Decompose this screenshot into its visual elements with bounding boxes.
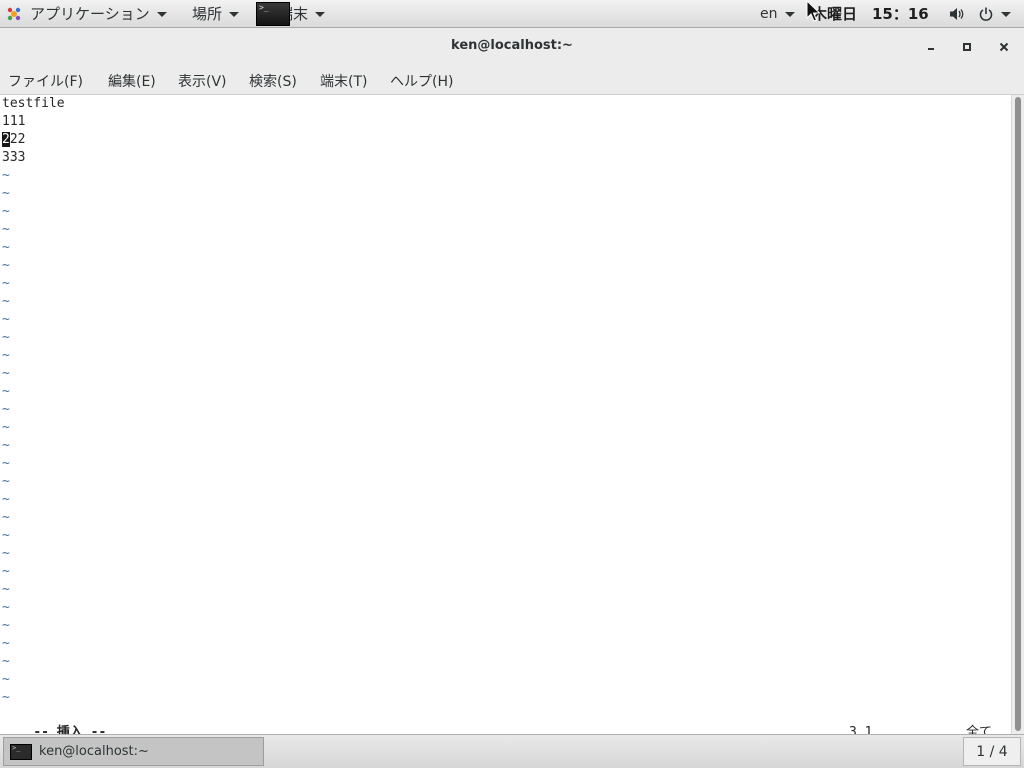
empty-line-tilde: ~ [2, 438, 10, 453]
scrollbar-thumb[interactable] [1015, 97, 1021, 731]
minimize-icon [928, 48, 934, 50]
empty-line-tilde: ~ [2, 420, 10, 435]
taskbar-window-label: ken@localhost:~ [39, 744, 149, 759]
empty-line-tilde: ~ [2, 294, 10, 309]
empty-line-tilde: ~ [2, 186, 10, 201]
mode-indicator: -- 挿入 -- [33, 725, 107, 734]
window-title-bar[interactable]: ken@localhost:~ [0, 28, 1024, 66]
cursor-position: 3,1 [849, 725, 873, 734]
menu-terminal[interactable]: 端末(T) [320, 71, 367, 91]
language-selector[interactable]: en [760, 0, 795, 27]
clock[interactable]: 木曜日 15：16 [812, 0, 929, 27]
minimize-button[interactable] [920, 36, 942, 58]
chevron-down-icon [1001, 11, 1011, 17]
empty-line-tilde: ~ [2, 312, 10, 327]
chevron-down-icon [156, 11, 167, 17]
empty-line-tilde: ~ [2, 600, 10, 615]
chevron-down-icon [784, 11, 795, 17]
mouse-pointer-icon [806, 0, 820, 22]
empty-line-tilde: ~ [2, 690, 10, 705]
language-label: en [760, 5, 778, 22]
text-cursor: 2 [2, 132, 10, 147]
empty-line-tilde: ~ [2, 618, 10, 633]
close-button[interactable] [993, 36, 1015, 58]
chevron-down-icon [229, 11, 240, 17]
clock-label: 木曜日 15：16 [812, 5, 929, 23]
empty-line-tilde: ~ [2, 348, 10, 363]
empty-line-tilde: ~ [2, 402, 10, 417]
menu-view[interactable]: 表示(V) [178, 71, 227, 91]
empty-line-tilde: ~ [2, 492, 10, 507]
empty-line-tilde: ~ [2, 564, 10, 579]
terminal-area[interactable]: testfile 111 222 333 ~ ~ ~ ~ ~ ~ ~ ~ ~ ~ ~ ~ ~ ~ ~ ~ ~ ~ ~… [0, 95, 1011, 734]
places-label: 場所 [192, 5, 223, 23]
empty-line-tilde: ~ [2, 528, 10, 543]
text-line: 111 [2, 114, 26, 129]
places-menu[interactable]: 場所 [192, 0, 240, 27]
menu-edit[interactable]: 編集(E) [108, 71, 156, 91]
chevron-down-icon [315, 11, 326, 17]
empty-line-tilde: ~ [2, 546, 10, 561]
scroll-position: 全て [966, 725, 993, 734]
volume-icon[interactable] [948, 0, 966, 27]
close-icon [999, 42, 1009, 52]
empty-line-tilde: ~ [2, 474, 10, 489]
empty-line-tilde: ~ [2, 330, 10, 345]
text-line: 333 [2, 150, 26, 165]
empty-line-tilde: ~ [2, 204, 10, 219]
empty-line-tilde: ~ [2, 258, 10, 273]
empty-line-tilde: ~ [2, 168, 10, 183]
empty-line-tilde: ~ [2, 636, 10, 651]
empty-line-tilde: ~ [2, 654, 10, 669]
text-line: testfile [2, 96, 65, 111]
menu-file[interactable]: ファイル(F) [8, 71, 83, 91]
taskbar-window-button[interactable]: >_ ken@localhost:~ [3, 737, 264, 766]
status-line: -- 挿入 -- 3,1 全て [2, 706, 1007, 734]
empty-line-tilde: ~ [2, 384, 10, 399]
applications-label: アプリケーション [30, 5, 150, 23]
text-line-cursor: 222 [2, 131, 25, 149]
workspace-label: 1 / 4 [976, 743, 1008, 760]
text-line-rest: 22 [9, 132, 26, 147]
applications-menu[interactable]: アプリケーション [6, 0, 167, 27]
terminal-icon: >_ [10, 743, 32, 760]
power-icon[interactable] [978, 0, 1011, 27]
empty-line-tilde: ~ [2, 510, 10, 525]
maximize-button[interactable] [956, 36, 978, 58]
empty-line-tilde: ~ [2, 222, 10, 237]
menu-help[interactable]: ヘルプ(H) [390, 71, 453, 91]
empty-line-tilde: ~ [2, 582, 10, 597]
empty-line-tilde: ~ [2, 240, 10, 255]
maximize-icon [963, 43, 971, 51]
terminal-icon: >_ [256, 1, 290, 26]
empty-line-tilde: ~ [2, 276, 10, 291]
top-bar: アプリケーション 場所 >_ 端末 en 木曜日 15：16 [0, 0, 1024, 28]
terminal-app-menu[interactable]: >_ 端末 [256, 0, 326, 27]
menu-bar: ファイル(F) 編集(E) 表示(V) 検索(S) 端末(T) ヘルプ(H) [0, 66, 1024, 95]
empty-line-tilde: ~ [2, 672, 10, 687]
workspace-indicator[interactable]: 1 / 4 [963, 737, 1021, 766]
menu-search[interactable]: 検索(S) [249, 71, 297, 91]
applications-icon [7, 7, 21, 20]
taskbar: >_ ken@localhost:~ 1 / 4 [0, 734, 1024, 768]
window-title: ken@localhost:~ [451, 38, 573, 53]
empty-line-tilde: ~ [2, 366, 10, 381]
scrollbar[interactable] [1011, 95, 1024, 734]
empty-line-tilde: ~ [2, 456, 10, 471]
